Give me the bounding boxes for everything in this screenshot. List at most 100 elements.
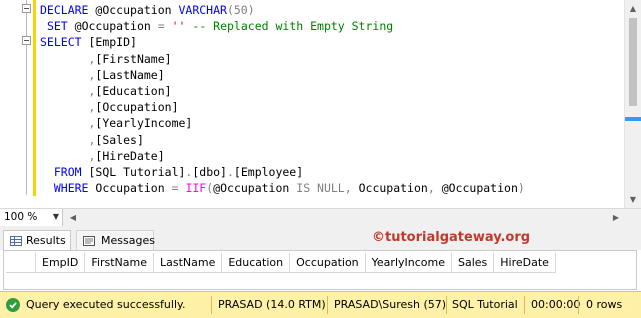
code-token: =	[171, 181, 179, 196]
messages-icon	[83, 236, 95, 246]
status-divider	[211, 296, 212, 314]
grid-column-header[interactable]: Occupation	[290, 253, 366, 273]
sql-code[interactable]: DECLARE @Occupation VARCHAR(50) SET @Occ…	[40, 2, 525, 196]
code-token: @Occupation	[88, 3, 179, 17]
grid-column-header[interactable]: Education	[222, 253, 291, 273]
scroll-up-arrow-icon[interactable]: ▲	[625, 0, 641, 17]
code-token: VARCHAR	[178, 3, 227, 17]
code-token: [dbo]	[192, 164, 227, 179]
status-database: SQL Tutorial	[452, 298, 518, 311]
collapse-toggle-declare[interactable]	[22, 4, 31, 13]
status-user: PRASAD\Suresh (57)	[334, 298, 447, 311]
change-tracking-bar	[33, 0, 36, 196]
code-token: [Sales]	[95, 132, 144, 147]
code-token: [FirstName]	[95, 51, 172, 66]
editor-horizontal-bar: 100 % ▼ ◀ ▶	[0, 208, 641, 226]
status-divider	[578, 296, 579, 314]
code-token: @Occupation	[434, 181, 518, 196]
results-tab-strip: Results Messages	[0, 226, 641, 250]
grid-column-header[interactable]: Sales	[452, 253, 495, 273]
grid-column-headers: EmpID FirstName LastName Education Occupatio…	[36, 253, 556, 273]
code-line[interactable]: ,[YearlyIncome]	[40, 115, 525, 131]
code-token: [YearlyIncome]	[95, 116, 193, 131]
grid-column-header[interactable]: YearlyIncome	[365, 253, 452, 273]
status-rows: 0 rows	[586, 298, 623, 311]
grid-column-header[interactable]: HireDate	[494, 253, 556, 273]
code-token: @Occupation	[67, 19, 158, 34]
scroll-right-arrow-icon[interactable]: ▶	[609, 209, 623, 226]
code-line[interactable]: ,[LastName]	[40, 67, 525, 83]
code-token: [HireDate]	[95, 148, 165, 163]
tab-messages[interactable]: Messages	[76, 230, 155, 250]
success-check-icon	[6, 298, 20, 312]
code-line[interactable]: WHERE Occupation = IIF(@Occupation IS NU…	[40, 180, 525, 196]
code-token: [Education]	[95, 83, 172, 98]
code-line[interactable]: SELECT [EmpID]	[40, 34, 525, 50]
code-token: [Occupation]	[95, 100, 179, 115]
code-token: ''	[171, 19, 186, 34]
split-pane-marker[interactable]	[625, 117, 641, 121]
code-token: IS NULL	[296, 181, 345, 196]
status-divider	[446, 296, 447, 314]
scroll-down-arrow-icon[interactable]: ▼	[625, 191, 641, 208]
query-editor[interactable]: DECLARE @Occupation VARCHAR(50) SET @Occ…	[0, 0, 641, 208]
code-line[interactable]: ,[FirstName]	[40, 51, 525, 67]
code-line[interactable]: SET @Occupation = '' -- Replaced with Em…	[40, 18, 525, 34]
code-token: )	[517, 181, 525, 196]
grid-column-header[interactable]: LastName	[153, 253, 223, 273]
code-token: SELECT	[40, 35, 82, 50]
chevron-down-icon: ▼	[52, 212, 59, 221]
code-token: SET	[46, 19, 68, 34]
watermark-brand: ©tutorialgateway.org	[372, 230, 531, 245]
code-token: -- Replaced with Empty String	[185, 19, 394, 34]
code-token: .	[226, 164, 234, 179]
code-line[interactable]: ,[Occupation]	[40, 99, 525, 115]
code-line[interactable]: ,[HireDate]	[40, 148, 525, 164]
code-token: [EmpID]	[81, 35, 137, 50]
code-token: IIF	[185, 181, 207, 196]
code-line[interactable]: DECLARE @Occupation VARCHAR(50)	[40, 2, 525, 18]
tab-results[interactable]: Results	[3, 230, 71, 250]
code-token: Occupation	[351, 181, 428, 196]
status-divider	[524, 296, 525, 314]
tab-messages-label: Messages	[101, 234, 155, 247]
status-server: PRASAD (14.0 RTM)	[218, 298, 326, 311]
scroll-left-arrow-icon[interactable]: ◀	[66, 209, 80, 226]
code-token: FROM	[53, 164, 82, 179]
zoom-value: 100 %	[4, 211, 38, 223]
code-token: [LastName]	[95, 67, 165, 82]
status-message: Query executed successfully.	[26, 298, 186, 311]
code-line[interactable]: FROM [SQL Tutorial].[dbo].[Employee]	[40, 164, 525, 180]
status-divider	[327, 296, 328, 314]
code-token: Occupation	[88, 181, 172, 196]
code-token: =	[157, 19, 165, 34]
code-token: @Occupation	[213, 181, 297, 196]
code-token: [Employee]	[233, 164, 304, 179]
code-token: ,	[344, 181, 352, 196]
grid-row-header-corner[interactable]	[6, 253, 36, 273]
code-line[interactable]: ,[Education]	[40, 83, 525, 99]
code-line[interactable]: ,[Sales]	[40, 132, 525, 148]
code-token: ,	[427, 181, 435, 196]
editor-vertical-scrollbar[interactable]: ▲ ▼	[624, 0, 641, 208]
grid-icon	[10, 236, 22, 246]
zoom-dropdown[interactable]: 100 % ▼	[0, 209, 63, 226]
grid-column-header[interactable]: FirstName	[85, 253, 154, 273]
outline-bar	[26, 0, 27, 195]
tab-results-label: Results	[26, 234, 66, 247]
collapse-toggle-select[interactable]	[22, 36, 31, 45]
code-token: DECLARE	[40, 3, 89, 17]
code-token: WHERE	[53, 181, 89, 196]
results-grid[interactable]: EmpID FirstName LastName Education Occupatio…	[3, 250, 637, 290]
scroll-thumb[interactable]	[629, 18, 637, 106]
grid-column-header[interactable]: EmpID	[36, 253, 86, 273]
